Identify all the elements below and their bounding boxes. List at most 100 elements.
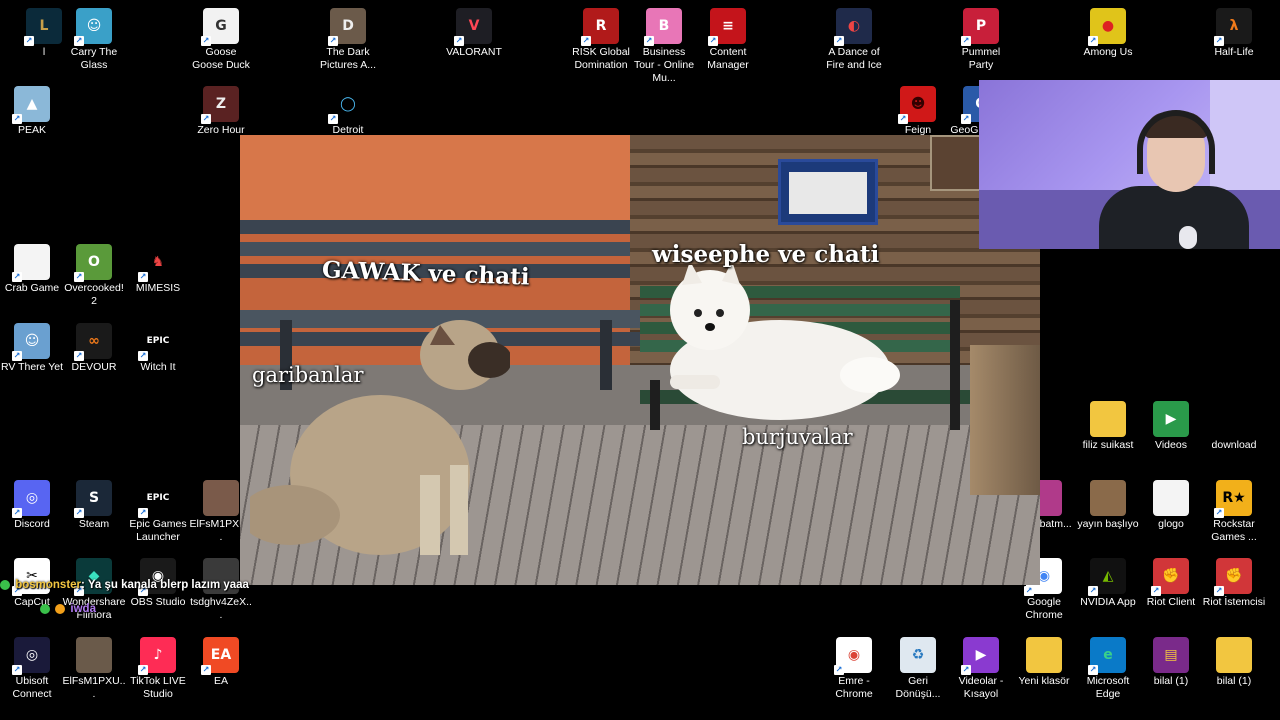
videolar-icon: ▶ ↗ [961,637,999,675]
desktop-icon-mimesis[interactable]: ♞ ↗ MIMESIS [126,240,190,295]
desktop-icon-filiz[interactable]: filiz suikast [1076,397,1140,452]
desktop-icon-carry[interactable]: ☺ ↗ Carry The Glass [62,4,126,72]
desktop-icon-devour[interactable]: ∞ ↗ DEVOUR [62,319,126,374]
desktop-icon-elfs2[interactable]: ElFsM1PXU... [62,633,126,701]
desktop-icon-feign[interactable]: ☻ ↗ Feign [886,82,950,137]
shortcut-arrow-icon: ↗ [201,36,211,46]
streamer-body [1099,186,1249,249]
shortcut-arrow-icon: ↗ [1088,665,1098,675]
desktop-icon-yayin[interactable]: yayın başlıyo [1076,476,1140,531]
chat-message: bosmonster: Ya şu kanala blerp lazım yaa… [0,579,249,591]
desktop-icon-label: Microsoft Edge [1086,675,1130,700]
desktop-icon-label: tsdghv4ZeX... [190,596,252,621]
chat-text: Ya şu kanala blerp lazım yaaa [87,579,249,591]
shortcut-arrow-icon: ↗ [328,36,338,46]
samoyed-dog [670,265,900,420]
desktop-icon-recycle[interactable]: ♻ Geri Dönüşü... [886,633,950,701]
steam-icon: S ↗ [74,480,112,518]
desktop-icon-halflife[interactable]: λ ↗ Half-Life [1202,4,1266,59]
shortcut-arrow-icon: ↗ [12,351,22,361]
desktop-icon-label: ElFsM1PXU... [62,675,126,700]
desktop-icon-yeniklasor[interactable]: Yeni klasör [1012,633,1076,688]
desktop-icon-nvidia[interactable]: ◭ ↗ NVIDIA App [1076,554,1140,609]
label-right: burjuvalar [742,425,853,449]
ea-icon: EA ↗ [201,637,239,675]
desktop-icon-label: download [1211,439,1257,451]
desktop-icon-label: TikTok LIVE Studio [130,675,186,700]
kangal-dog [250,320,510,555]
desktop-icon-label: yayın başlıyo [1077,518,1139,530]
shortcut-arrow-icon: ↗ [708,36,718,46]
desktop-icon-business[interactable]: B ↗ Business Tour - Online Mu... [632,4,696,85]
desktop-icon-crab[interactable]: ↗ Crab Game [0,240,64,295]
business-icon: B ↗ [644,8,682,46]
emre-icon: ◉ ↗ [834,637,872,675]
wall-frame [930,135,985,191]
desktop-icon-videolar[interactable]: ▶ ↗ Videolar - Kısayol [949,633,1013,701]
chat-badge-icon [55,603,66,614]
desktop-icon-darkpics[interactable]: D ↗ The Dark Pictures A... [316,4,380,72]
riotist-icon: ✊ ↗ [1214,558,1252,596]
chat-badge-icon [0,579,10,590]
desktop-icon-riot[interactable]: ✊ ↗ Riot Client [1139,554,1203,609]
desktop-icon-amongus[interactable]: ● ↗ Among Us [1076,4,1140,59]
desktop-icon-steam[interactable]: S ↗ Steam [62,476,126,531]
desktop-icon-glogo[interactable]: glogo [1139,476,1203,531]
desktop-icon-zerohour[interactable]: Z ↗ Zero Hour [189,82,253,137]
desktop-icon-valorant[interactable]: V ↗ VALORANT [442,4,506,59]
zerohour-icon: Z ↗ [201,86,239,124]
desktop-icon-witch[interactable]: EPIC ↗ Witch It [126,319,190,374]
desktop-icon-label: Videos [1155,439,1187,451]
desktop-icon-label: OBS Studio [130,596,186,608]
desktop-icon-label: Half-Life [1214,46,1254,58]
desktop-icon-overcooked[interactable]: O ↗ Overcooked! 2 [62,240,126,308]
shortcut-arrow-icon: ↗ [328,114,338,124]
shortcut-arrow-icon: ↗ [201,665,211,675]
desktop-icon-rvthere[interactable]: ☺ ↗ RV There Yet [0,319,64,374]
desktop-icon-dance[interactable]: ◐ ↗ A Dance of Fire and Ice [822,4,886,72]
desktop-icon-label: RISK Global Domination [572,46,630,71]
desktop-icon-risk[interactable]: R ↗ RISK Global Domination [569,4,633,72]
caption-right: wiseephe ve chati [652,241,880,268]
goose-icon: G ↗ [201,8,239,46]
desktop-icon-riotist[interactable]: ✊ ↗ Riot İstemcisi [1202,554,1266,609]
desktop-icon-label: filiz suikast [1082,439,1134,451]
bilal1-icon: ▤ [1153,637,1189,673]
desktop-icon-bilal1[interactable]: ▤ bilal (1) [1139,633,1203,688]
desktop-icon-epic[interactable]: EPIC ↗ Epic Games Launcher [126,476,190,544]
desktop-icon-label: VALORANT [446,46,502,58]
shortcut-arrow-icon: ↗ [12,114,22,124]
desktop-icon-label: Videolar - Kısayol [958,675,1004,700]
desktop-icon-download[interactable]: download [1202,397,1266,452]
desktop-icon-edge[interactable]: e ↗ Microsoft Edge [1076,633,1140,701]
desktop-icon-videos[interactable]: ▶ Videos [1139,397,1203,452]
desktop-icon-label: Among Us [1083,46,1133,58]
desktop-icon-label: EA [213,675,228,687]
desktop-icon-peak[interactable]: ▲ ↗ PEAK [0,82,64,137]
desktop-icon-rockstar[interactable]: R★ ↗ Rockstar Games ... [1202,476,1266,544]
chat-username: bosmonster [15,579,82,591]
chat-badge-icon [40,603,50,614]
desktop-icon-ea[interactable]: EA ↗ EA [189,633,253,688]
shortcut-arrow-icon: ↗ [644,36,654,46]
desktop-icon-label: Pummel Party [961,46,1001,71]
desktop-icon-label: A Dance of Fire and Ice [826,46,882,71]
desktop-icon-ubisoft[interactable]: ◎ ↗ Ubisoft Connect [0,633,64,701]
desktop-icon-pummel[interactable]: P ↗ Pummel Party [949,4,1013,72]
videos-icon: ▶ [1153,401,1189,437]
shortcut-arrow-icon: ↗ [961,36,971,46]
rockstar-icon: R★ ↗ [1214,480,1252,518]
shortcut-arrow-icon: ↗ [581,36,591,46]
lol-icon: L ↗ [24,8,62,46]
amongus-icon: ● ↗ [1088,8,1126,46]
desktop-icon-bilal2[interactable]: bilal (1) [1202,633,1266,688]
shortcut-arrow-icon: ↗ [74,508,84,518]
desktop-icon-content[interactable]: ≡ ↗ Content Manager [696,4,760,72]
desktop-icon-label: Epic Games Launcher [129,518,187,543]
epic-icon: EPIC ↗ [138,480,176,518]
desktop-icon-goose[interactable]: G ↗ Goose Goose Duck [189,4,253,72]
desktop-icon-discord[interactable]: ◎ ↗ Discord [0,476,64,531]
desktop-icon-tiktok[interactable]: ♪ ↗ TikTok LIVE Studio [126,633,190,701]
desktop-icon-emre[interactable]: ◉ ↗ Emre - Chrome [822,633,886,701]
orange-wall-top [240,135,640,225]
